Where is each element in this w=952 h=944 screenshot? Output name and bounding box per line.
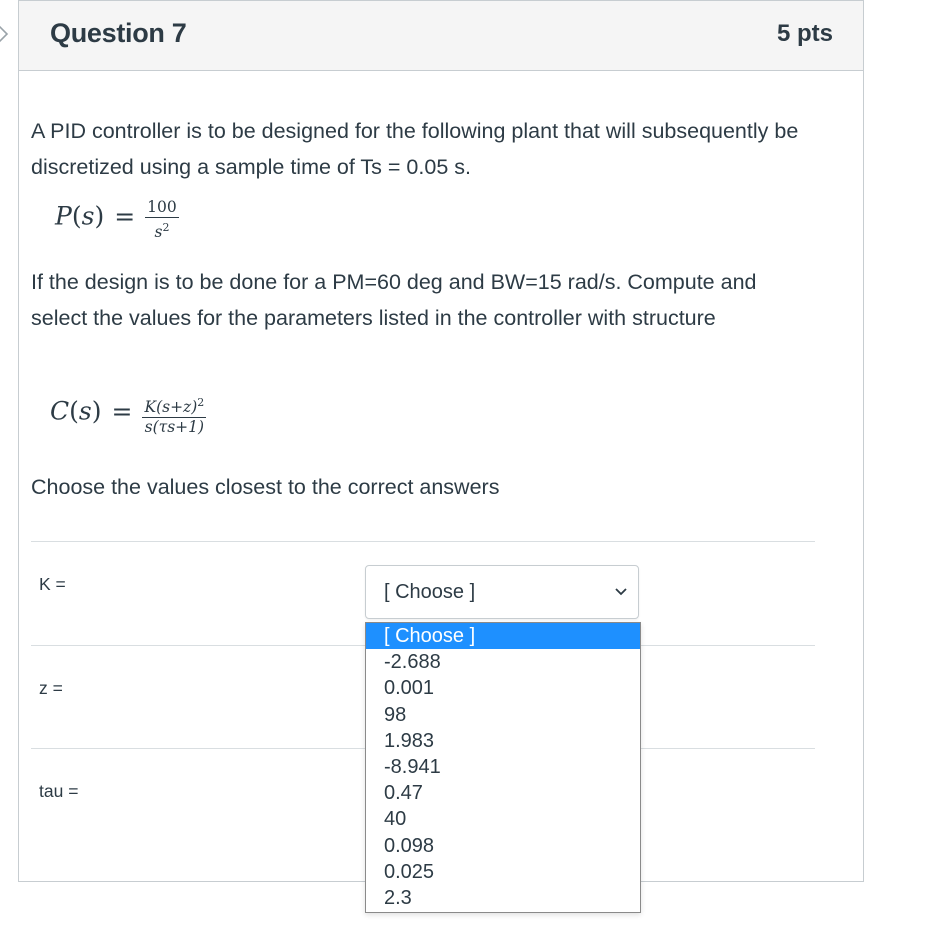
dropdown-option[interactable]: 0.47	[366, 780, 640, 806]
controller-den-s: s	[144, 418, 153, 437]
plant-var: s	[81, 201, 95, 231]
k-select-value: [ Choose ]	[384, 581, 476, 603]
dropdown-option[interactable]: 1.983	[366, 728, 640, 754]
question-intro: A PID controller is to be designed for t…	[31, 119, 799, 179]
dropdown-option[interactable]: 2.3	[366, 885, 640, 911]
dropdown-option[interactable]: 0.098	[366, 833, 640, 859]
controller-num-exp: 2	[197, 396, 205, 409]
question-title: Question 7	[50, 18, 187, 48]
k-select-dropdown[interactable]: [ Choose ] -2.688 0.001 98 1.983 -8.941 …	[365, 622, 641, 913]
row-label-tau: tau =	[39, 781, 79, 801]
dropdown-option[interactable]: -8.941	[366, 754, 640, 780]
dropdown-option[interactable]: 98	[366, 702, 640, 728]
question-header: Question 7 5 pts	[19, 1, 863, 71]
controller-fn: C	[50, 396, 70, 426]
controller-equals: =	[111, 396, 133, 426]
plant-numerator: 100	[147, 198, 177, 216]
chevron-right-icon[interactable]	[0, 22, 12, 46]
row-divider	[31, 541, 815, 542]
controller-equation: C(s) = K(s+z)2 s(τs+1)	[50, 393, 207, 437]
controller-den-inner: (τs+1)	[152, 418, 205, 437]
dropdown-option[interactable]: [ Choose ]	[366, 623, 640, 650]
plant-den-exp: 2	[162, 221, 170, 234]
design-text: If the design is to be done for a PM=60 …	[31, 270, 757, 330]
dropdown-option[interactable]: -2.688	[366, 649, 640, 675]
controller-var: s	[78, 396, 92, 426]
dropdown-option[interactable]: 0.025	[366, 859, 640, 885]
controller-num-k: K	[144, 398, 157, 417]
plant-equals: =	[114, 201, 136, 231]
controller-num-inner: (s+z)	[156, 398, 198, 417]
row-label-z: z =	[39, 678, 63, 698]
plant-fn: P	[55, 201, 72, 231]
k-select[interactable]: [ Choose ]	[365, 565, 639, 619]
dropdown-option[interactable]: 40	[366, 806, 640, 832]
plant-fraction: 100 s2	[145, 198, 179, 242]
chevron-down-icon	[615, 588, 627, 596]
controller-fraction: K(s+z)2 s(τs+1)	[142, 393, 207, 437]
plant-equation: P(s) = 100 s2	[55, 198, 179, 242]
row-label-k: K =	[39, 574, 66, 594]
dropdown-option[interactable]: 0.001	[366, 675, 640, 701]
instruction-text: Choose the values closest to the correct…	[31, 475, 500, 499]
question-points: 5 pts	[776, 20, 833, 47]
